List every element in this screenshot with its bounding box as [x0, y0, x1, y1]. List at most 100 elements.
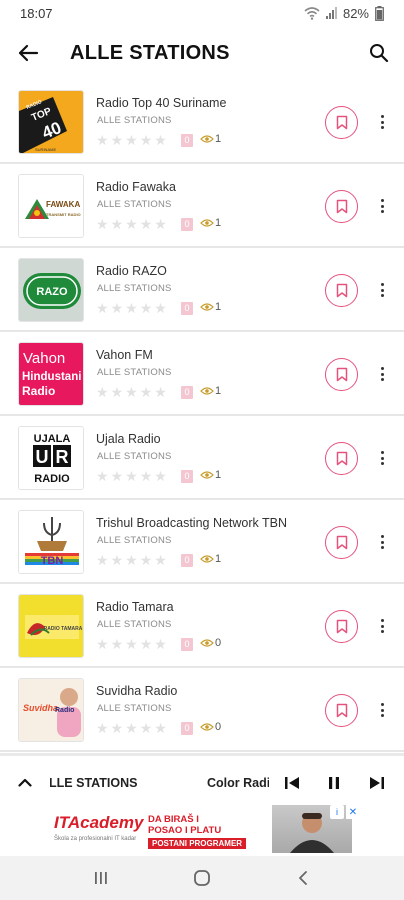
more-options-button[interactable]	[373, 530, 391, 554]
more-options-button[interactable]	[373, 278, 391, 302]
view-count: 1	[200, 301, 221, 313]
mini-player[interactable]: ALLE STATIONS Color Radio	[0, 753, 404, 809]
ad-info-icon[interactable]: i	[330, 805, 344, 819]
station-row[interactable]: RADIO TOP 40 SURINAME Radio Top 40 Surin…	[0, 80, 404, 164]
view-count-value: 0	[215, 721, 222, 733]
svg-text:SURINAME: SURINAME	[35, 147, 56, 152]
player-title-marquee: Color Radio	[207, 774, 269, 792]
view-count-value: 1	[215, 469, 222, 481]
ad-headline-line: DA BIRAŠ I	[148, 814, 199, 825]
app-bar: ALLE STATIONS	[0, 26, 404, 80]
station-logo-razo: RAZO	[18, 258, 84, 322]
station-row[interactable]: RAZO Radio RAZO ALLE STATIONS ★ ★ ★ ★ ★ 0 1	[0, 248, 404, 332]
search-button[interactable]	[354, 26, 404, 80]
recent-apps-button[interactable]	[81, 858, 121, 898]
ad-headline: DA BIRAŠ I POSAO I PLATU	[148, 814, 268, 836]
battery-icon	[375, 5, 384, 21]
more-options-button[interactable]	[373, 194, 391, 218]
station-name: Trishul Broadcasting Network TBN	[96, 516, 288, 530]
svg-text:Suvidha: Suvidha	[23, 703, 58, 713]
rating-stars: ★ ★ ★ ★ ★	[96, 132, 167, 148]
bookmark-button[interactable]	[325, 442, 358, 475]
bookmark-button[interactable]	[325, 274, 358, 307]
ad-brand: ITAcademy	[54, 813, 144, 832]
bookmark-icon	[336, 451, 347, 466]
previous-button[interactable]	[279, 770, 305, 796]
arrow-left-icon	[18, 44, 39, 62]
rating-stars: ★ ★ ★ ★ ★	[96, 468, 167, 484]
rating-count-badge: 0	[181, 134, 193, 147]
rating-stars: ★ ★ ★ ★ ★	[96, 552, 167, 568]
next-button[interactable]	[364, 770, 390, 796]
expand-player-button[interactable]	[0, 758, 50, 808]
station-row[interactable]: Vahon Hindustani Radio Vahon FM ALLE STA…	[0, 332, 404, 416]
pause-icon	[329, 777, 339, 789]
ad-banner[interactable]: ITAcademy Škola za profesionalni IT kada…	[50, 805, 360, 853]
player-category-marquee: ALLE STATIONS	[50, 774, 140, 792]
svg-text:Radio: Radio	[55, 707, 74, 714]
station-logo-vahon: Vahon Hindustani Radio	[18, 342, 84, 406]
station-logo-fawaka: FAWAKA TRANSMIT RADIO	[18, 174, 84, 238]
bookmark-button[interactable]	[325, 694, 358, 727]
more-options-button[interactable]	[373, 446, 391, 470]
ad-cta[interactable]: POSTANI PROGRAMER	[148, 838, 247, 849]
bookmark-icon	[336, 199, 347, 214]
rating-count-badge: 0	[181, 386, 193, 399]
eye-icon	[200, 471, 214, 479]
station-row[interactable]: TBN Trishul Broadcasting Network TBN ALL…	[0, 500, 404, 584]
signal-icon	[325, 7, 337, 19]
wifi-icon	[304, 6, 320, 20]
more-options-button[interactable]	[373, 110, 391, 134]
station-name: Ujala Radio	[96, 432, 161, 446]
ad-close-icon[interactable]: ✕	[346, 805, 360, 819]
player-category: ALLE STATIONS	[50, 775, 138, 790]
station-name: Radio Top 40 Suriname	[96, 96, 227, 110]
station-category: ALLE STATIONS	[97, 283, 172, 294]
station-logo-tbn: TBN	[18, 510, 84, 574]
home-button[interactable]	[182, 858, 222, 898]
back-button[interactable]	[0, 26, 56, 80]
bookmark-icon	[336, 619, 347, 634]
station-list: RADIO TOP 40 SURINAME Radio Top 40 Surin…	[0, 80, 404, 752]
view-count-value: 1	[215, 133, 222, 145]
station-row[interactable]: RADIO TAMARA Radio Tamara ALLE STATIONS …	[0, 584, 404, 668]
ad-brand-tagline: Škola za profesionalni IT kadar	[54, 836, 137, 842]
station-category: ALLE STATIONS	[97, 535, 172, 546]
rating-stars: ★ ★ ★ ★ ★	[96, 720, 167, 736]
pause-button[interactable]	[321, 770, 347, 796]
bookmark-icon	[336, 283, 347, 298]
station-row[interactable]: UJALA U R RADIO Ujala Radio ALLE STATION…	[0, 416, 404, 500]
station-name: Suvidha Radio	[96, 684, 178, 698]
recent-apps-icon	[94, 872, 107, 884]
bookmark-button[interactable]	[325, 526, 358, 559]
eye-icon	[200, 723, 214, 731]
bookmark-button[interactable]	[325, 610, 358, 643]
view-count: 1	[200, 553, 221, 565]
more-options-button[interactable]	[373, 698, 391, 722]
rating-count-badge: 0	[181, 302, 193, 315]
rating-count-badge: 0	[181, 722, 193, 735]
bookmark-icon	[336, 367, 347, 382]
svg-text:RAZO: RAZO	[36, 286, 68, 298]
station-category: ALLE STATIONS	[97, 619, 172, 630]
station-category: ALLE STATIONS	[97, 451, 172, 462]
view-count: 0	[200, 721, 221, 733]
more-options-button[interactable]	[373, 614, 391, 638]
view-count: 1	[200, 385, 221, 397]
station-row[interactable]: FAWAKA TRANSMIT RADIO Radio Fawaka ALLE …	[0, 164, 404, 248]
ad-headline-line: POSAO I PLATU	[148, 825, 222, 836]
system-back-button[interactable]	[283, 858, 323, 898]
bookmark-button[interactable]	[325, 190, 358, 223]
more-options-button[interactable]	[373, 362, 391, 386]
view-count-value: 0	[215, 637, 222, 649]
svg-text:RADIO TAMARA: RADIO TAMARA	[44, 626, 83, 632]
svg-text:RADIO: RADIO	[34, 473, 70, 485]
eye-icon	[200, 303, 214, 311]
view-count-value: 1	[215, 217, 222, 229]
bookmark-button[interactable]	[325, 358, 358, 391]
station-category: ALLE STATIONS	[97, 199, 172, 210]
rating-count-badge: 0	[181, 638, 193, 651]
bookmark-button[interactable]	[325, 106, 358, 139]
view-count: 1	[200, 469, 221, 481]
station-row[interactable]: Suvidha Radio Suvidha Radio ALLE STATION…	[0, 668, 404, 752]
